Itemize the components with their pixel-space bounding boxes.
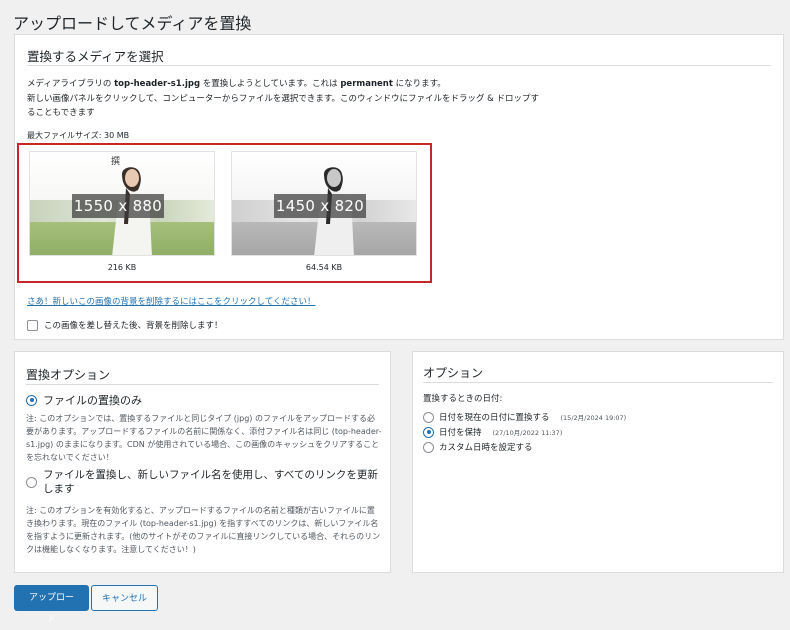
date-keep-value: (27/10月/2022 11:37) bbox=[492, 429, 563, 437]
overlay-text: 撰 bbox=[111, 157, 121, 167]
date-current-radio[interactable] bbox=[423, 411, 434, 423]
options-panel: オプション 置換するときの日付: 日付を現在の日付に置換する (15/2月/20… bbox=[412, 351, 784, 573]
remove-background-link[interactable]: さあ！新しいこの画像の背景を削除するにはここをクリックしてください！ bbox=[27, 295, 316, 307]
options-title: オプション bbox=[423, 366, 484, 380]
date-label: 置換するときの日付: bbox=[423, 394, 503, 404]
max-file-size: 最大ファイルサイズ: 30 MB bbox=[27, 131, 130, 140]
replace-and-rename-label: ファイルを置換し、新しいファイル名を使用し、すべてのリンクを更新します bbox=[43, 469, 378, 495]
date-custom-label: カスタム日時を設定する bbox=[439, 443, 533, 453]
current-image-thumbnail: 撰 1550 x 880 bbox=[29, 151, 215, 256]
replace-options-title: 置換オプション bbox=[26, 368, 111, 382]
replace-file-only-radio[interactable] bbox=[26, 394, 37, 406]
description-text: メディアライブラリの top-header-s1.jpg を置換しようとしていま… bbox=[27, 79, 540, 118]
replace-and-rename-note: 注: このオプションを有効化すると、アップロードするファイルの名前と種類が古いフ… bbox=[26, 506, 381, 554]
date-keep-option[interactable]: 日付を保持 (27/10月/2022 11:37) bbox=[423, 426, 562, 438]
current-image-size: 216 KB bbox=[107, 263, 137, 272]
cancel-button[interactable]: キャンセル bbox=[91, 585, 158, 611]
date-custom-option[interactable]: カスタム日時を設定する bbox=[423, 441, 533, 453]
select-media-panel: 置換するメディアを選択 メディアライブラリの top-header-s1.jpg… bbox=[14, 34, 784, 340]
date-keep-label: 日付を保持 bbox=[439, 428, 482, 438]
new-image-dimensions: 1450 x 820 bbox=[274, 194, 366, 218]
divider bbox=[423, 382, 773, 383]
select-media-title: 置換するメディアを選択 bbox=[27, 49, 164, 64]
date-current-option[interactable]: 日付を現在の日付に置換する (15/2月/2024 19:07) bbox=[423, 411, 626, 423]
remove-background-option[interactable]: この画像を差し替えた後、背景を削除します！ bbox=[27, 319, 223, 331]
replace-file-only-note: 注: このオプションでは、置換するファイルと同じタイプ (jpg) のファイルを… bbox=[26, 414, 382, 462]
replace-file-only-label: ファイルの置換のみ bbox=[43, 394, 142, 407]
current-image-dimensions: 1550 x 880 bbox=[72, 194, 164, 218]
page-title: アップロードしてメディアを置換 bbox=[13, 14, 252, 33]
replace-and-rename-radio[interactable] bbox=[26, 476, 37, 488]
date-keep-radio[interactable] bbox=[423, 426, 434, 438]
replace-options-panel: 置換オプション ファイルの置換のみ 注: このオプションでは、置換するファイルと… bbox=[14, 351, 391, 573]
divider bbox=[26, 384, 379, 385]
divider bbox=[27, 65, 771, 66]
new-image-thumbnail[interactable]: 1450 x 820 bbox=[231, 151, 417, 256]
replace-mode: permanent bbox=[340, 79, 393, 89]
replace-file-only-option[interactable]: ファイルの置換のみ bbox=[26, 392, 142, 408]
replace-and-rename-option[interactable]: ファイルを置換し、新しいファイル名を使用し、すべてのリンクを更新します bbox=[26, 468, 382, 496]
date-current-value: (15/2月/2024 19:07) bbox=[560, 414, 627, 422]
filename: top-header-s1.jpg bbox=[114, 79, 201, 89]
remove-background-label: この画像を差し替えた後、背景を削除します！ bbox=[44, 321, 223, 331]
upload-button[interactable]: アップロード bbox=[14, 585, 89, 624]
image-comparison-highlight: 撰 1550 x 880 1450 x 820 216 KB 64.54 KB bbox=[17, 143, 432, 283]
remove-background-checkbox[interactable] bbox=[27, 319, 38, 331]
date-current-label: 日付を現在の日付に置換する bbox=[439, 413, 550, 423]
new-image-size: 64.54 KB bbox=[305, 263, 343, 272]
date-custom-radio[interactable] bbox=[423, 441, 434, 453]
